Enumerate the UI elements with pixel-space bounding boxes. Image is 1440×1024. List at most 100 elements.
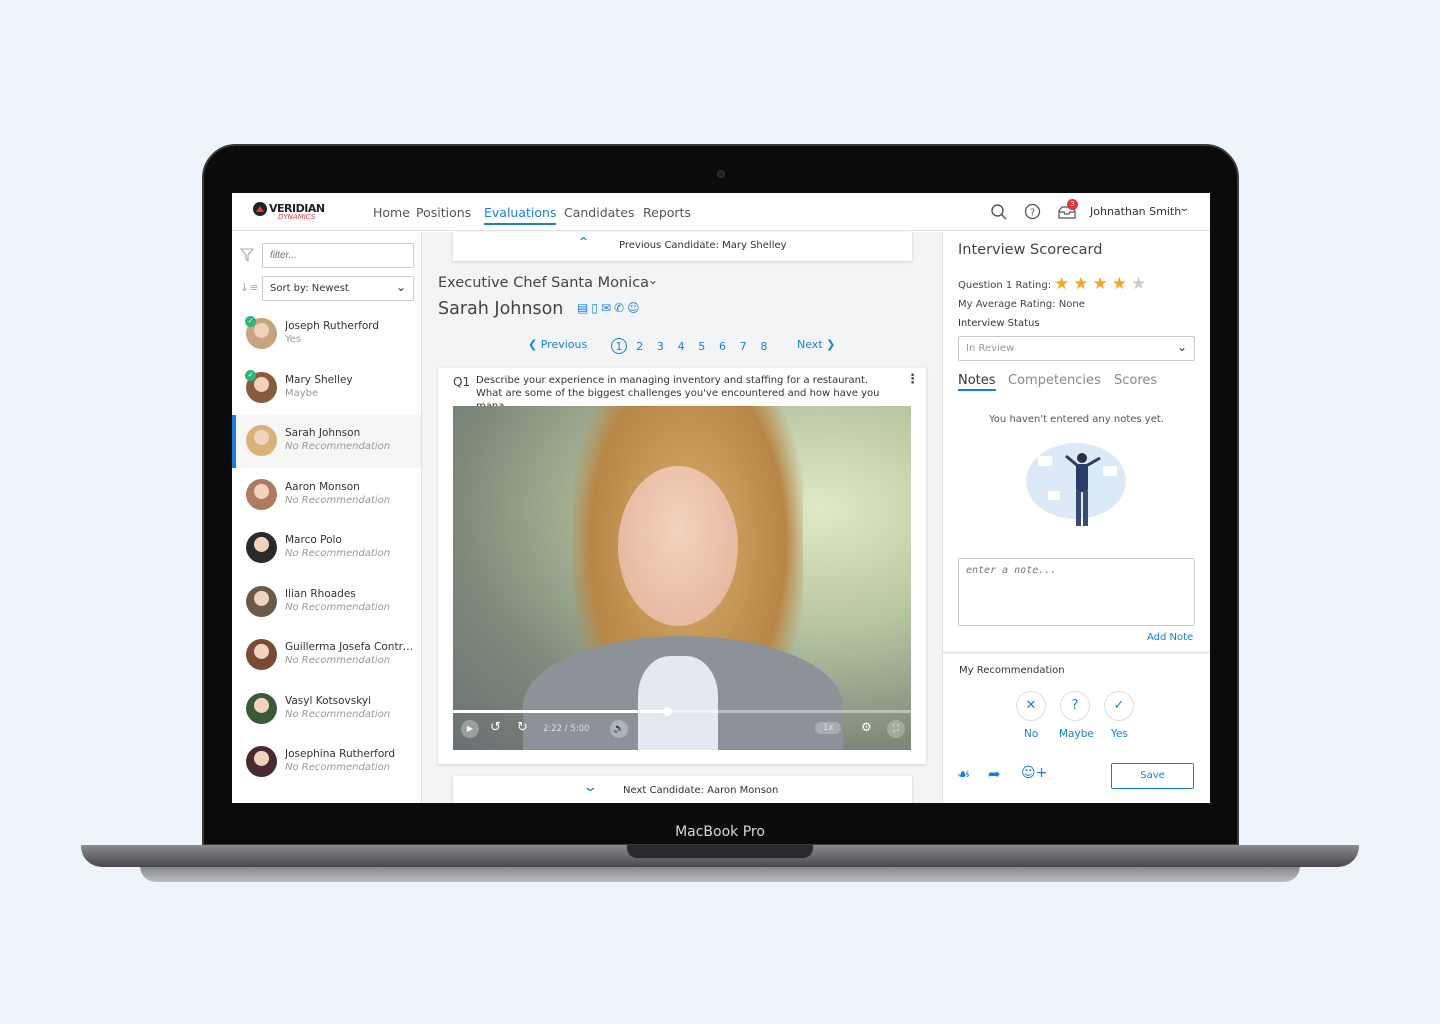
rewind-icon[interactable]: ↺	[490, 720, 501, 735]
page-8[interactable]: 8	[756, 339, 772, 355]
tab-competencies[interactable]: Competencies	[1008, 373, 1101, 388]
nav-reports[interactable]: Reports	[643, 205, 691, 220]
tag-icon[interactable]: ☙	[957, 765, 970, 783]
avatar	[246, 585, 277, 617]
rating-stars[interactable]: ★★★★★	[1054, 274, 1150, 294]
star-icon[interactable]: ★	[1073, 274, 1092, 294]
email-icon[interactable]: ✉	[601, 301, 614, 315]
add-note-link[interactable]: Add Note	[1147, 632, 1193, 643]
fullscreen-icon[interactable]: ⛶	[887, 720, 905, 738]
next-candidate-label: Next Candidate: Aaron Monson	[623, 785, 779, 796]
rating-label: Question 1 Rating:	[958, 280, 1052, 291]
yes-icon[interactable]: ✓	[1104, 691, 1134, 721]
page-1[interactable]: 1	[611, 338, 627, 354]
video-face	[618, 466, 738, 626]
star-icon[interactable]: ★	[1112, 274, 1131, 294]
status-select[interactable]: In Review ⌄	[958, 336, 1195, 361]
notification-badge: 3	[1067, 199, 1078, 210]
candidate-item[interactable]: Sarah Johnson No Recommendation	[232, 415, 421, 468]
settings-icon[interactable]: ⚙	[861, 720, 872, 734]
filter-input[interactable]	[262, 243, 414, 268]
profile-icon[interactable]: ☺	[627, 301, 643, 315]
user-menu[interactable]: Johnathan Smith	[1090, 205, 1181, 218]
candidate-status: Yes	[285, 334, 302, 345]
nav-home[interactable]: Home	[373, 205, 410, 220]
phone-icon[interactable]: ✆	[614, 301, 627, 315]
previous-candidate-bar[interactable]: ˆ Previous Candidate: Mary Shelley	[453, 232, 912, 261]
candidate-status: No Recommendation	[285, 601, 391, 613]
maybe-icon[interactable]: ?	[1060, 691, 1090, 721]
next-button[interactable]: Next ❯	[797, 338, 835, 351]
candidate-item[interactable]: ✓ Joseph Rutherford Yes	[232, 308, 421, 361]
search-icon[interactable]	[990, 203, 1008, 221]
position-title[interactable]: Executive Chef Santa Monica	[438, 275, 649, 291]
nav-candidates[interactable]: Candidates	[564, 205, 634, 220]
candidate-item[interactable]: Marco Polo No Recommendation	[232, 522, 421, 575]
candidate-name: Ilian Rhoades	[285, 587, 356, 600]
no-icon[interactable]: ✕	[1016, 691, 1046, 721]
avatar	[246, 639, 277, 670]
empty-notes-illustration	[1026, 443, 1126, 526]
device-label: MacBook Pro	[675, 824, 765, 840]
sort-label: Sort by: Newest	[270, 283, 349, 294]
page-6[interactable]: 6	[714, 339, 730, 355]
current-time: 2:22	[543, 724, 563, 734]
star-icon[interactable]: ★	[1054, 274, 1073, 294]
candidate-name: Guillerma Josefa Contreras	[285, 641, 417, 653]
play-icon[interactable]: ▶	[461, 720, 479, 738]
maybe-option[interactable]: Maybe	[1059, 728, 1094, 740]
volume-icon[interactable]: 🔊	[610, 720, 628, 738]
pagination: 12345678	[611, 338, 777, 355]
share-icon[interactable]: ➦	[988, 765, 1001, 783]
candidate-item[interactable]: ✓ Mary Shelley Maybe	[232, 362, 421, 415]
video-player[interactable]: ▶ ↺ ↻ 2:22 / 5:00 🔊 1x ⚙ ⛶	[453, 406, 911, 750]
document-icon[interactable]: ▯	[591, 301, 601, 315]
laptop-base-shadow	[140, 866, 1300, 882]
resume-icon[interactable]: ▤	[577, 301, 591, 315]
candidate-item[interactable]: Vasyl Kotsovskyi No Recommendation	[232, 683, 421, 736]
video-undershirt	[638, 656, 718, 750]
chevron-down-icon: ⌄	[582, 780, 599, 795]
tab-scores[interactable]: Scores	[1114, 373, 1157, 388]
page-4[interactable]: 4	[673, 339, 689, 355]
sort-select[interactable]: Sort by: Newest ⌄	[262, 276, 414, 301]
candidate-name: Mary Shelley	[285, 373, 353, 386]
previous-candidate-label: Previous Candidate: Mary Shelley	[619, 240, 787, 251]
candidate-status: No Recommendation	[285, 548, 391, 559]
page-2[interactable]: 2	[632, 339, 648, 355]
chevron-down-icon[interactable]: ⌄	[648, 273, 658, 287]
yes-option[interactable]: Yes	[1111, 728, 1128, 740]
candidate-item[interactable]: Ilian Rhoades No Recommendation	[232, 576, 421, 629]
tab-notes[interactable]: Notes	[958, 373, 996, 391]
video-progress-track[interactable]	[453, 707, 911, 716]
previous-button[interactable]: ❮ Previous	[528, 338, 587, 351]
note-input[interactable]	[958, 558, 1195, 626]
add-user-icon[interactable]: ☺+	[1021, 765, 1047, 781]
nav-positions[interactable]: Positions	[416, 205, 471, 220]
laptop-notch	[627, 845, 813, 858]
forward-icon[interactable]: ↻	[517, 720, 528, 735]
star-icon[interactable]: ★	[1131, 274, 1150, 294]
star-icon[interactable]: ★	[1093, 274, 1112, 294]
chevron-down-icon[interactable]: ⌄	[1178, 203, 1190, 214]
candidate-item[interactable]: Josephina Rutherford No Recommendation	[232, 736, 421, 789]
page-5[interactable]: 5	[694, 339, 710, 355]
nav-evaluations[interactable]: Evaluations	[484, 205, 557, 225]
candidate-item[interactable]: Aaron Monson No Recommendation	[232, 469, 421, 522]
speed-select[interactable]: 1x	[815, 722, 842, 734]
status-label: Interview Status	[958, 318, 1040, 329]
candidate-name: Aaron Monson	[285, 480, 360, 493]
app-screen: VERIDIAN DYNAMICS Home Positions Evaluat…	[232, 193, 1210, 803]
next-candidate-bar[interactable]: ⌄ Next Candidate: Aaron Monson	[453, 776, 912, 803]
page-7[interactable]: 7	[735, 339, 751, 355]
more-options-icon[interactable]: ⋮	[906, 372, 919, 387]
help-icon[interactable]: ?	[1024, 203, 1041, 220]
save-button[interactable]: Save	[1111, 763, 1194, 789]
empty-notes-message: You haven't entered any notes yet.	[989, 414, 1164, 425]
avatar	[246, 478, 277, 510]
previous-label: Previous	[540, 338, 588, 351]
candidate-item[interactable]: Guillerma Josefa Contreras No Recommendat…	[232, 629, 421, 682]
no-option[interactable]: No	[1024, 728, 1038, 740]
check-icon: ✓	[245, 316, 256, 327]
page-3[interactable]: 3	[652, 339, 668, 355]
